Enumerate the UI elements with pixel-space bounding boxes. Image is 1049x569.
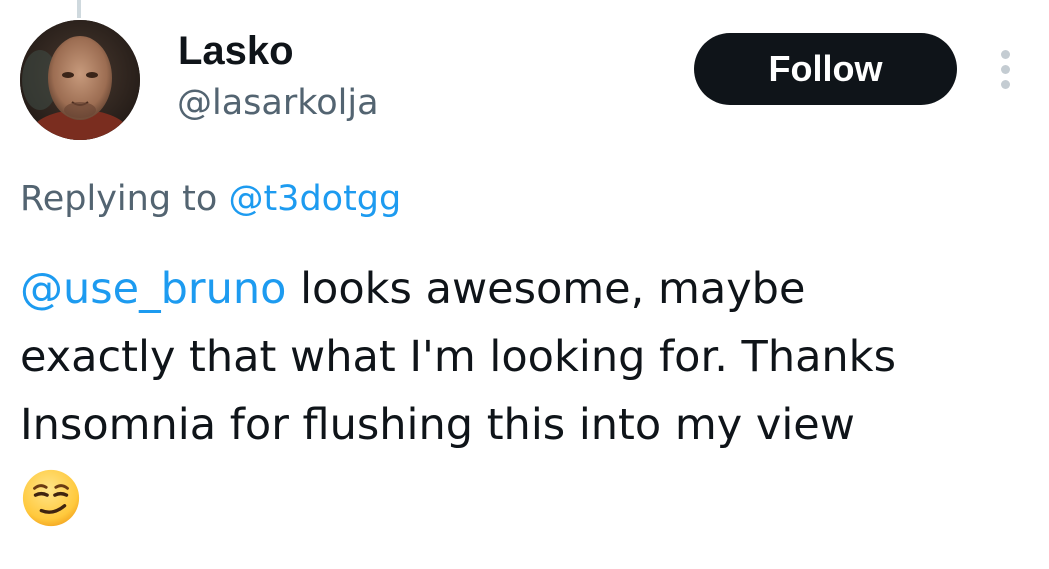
smirking-face-emoji [22, 469, 80, 526]
tweet-line: exactly that what I'm looking for. Thank… [20, 332, 896, 382]
tweet-line [20, 459, 1030, 529]
tweet-text-segment: looks awesome, maybe [286, 264, 806, 314]
replying-to-context: Replying to @t3dotgg [20, 176, 401, 222]
tweet-body: @use_bruno looks awesome, maybe exactly … [20, 255, 1030, 529]
author-name[interactable]: Lasko [178, 26, 294, 76]
thread-connector-line [77, 0, 81, 18]
tweet-card: Lasko @lasarkolja Follow Replying to @t3… [0, 0, 1049, 569]
more-options-icon[interactable] [988, 44, 1022, 94]
more-dot [1000, 64, 1010, 74]
follow-button[interactable]: Follow [694, 33, 957, 105]
more-dot [1000, 49, 1010, 59]
replied-user-link[interactable]: @t3dotgg [228, 179, 401, 219]
avatar-image [20, 20, 140, 140]
tweet-line: @use_bruno looks awesome, maybe [20, 255, 1030, 323]
tweet-line: Insomnia for flushing this into my view [20, 400, 855, 450]
mention-link[interactable]: @use_bruno [20, 264, 286, 314]
more-dot [1000, 79, 1010, 89]
avatar[interactable] [20, 20, 140, 140]
author-handle[interactable]: @lasarkolja [177, 80, 379, 126]
replying-to-label: Replying to [20, 179, 229, 219]
